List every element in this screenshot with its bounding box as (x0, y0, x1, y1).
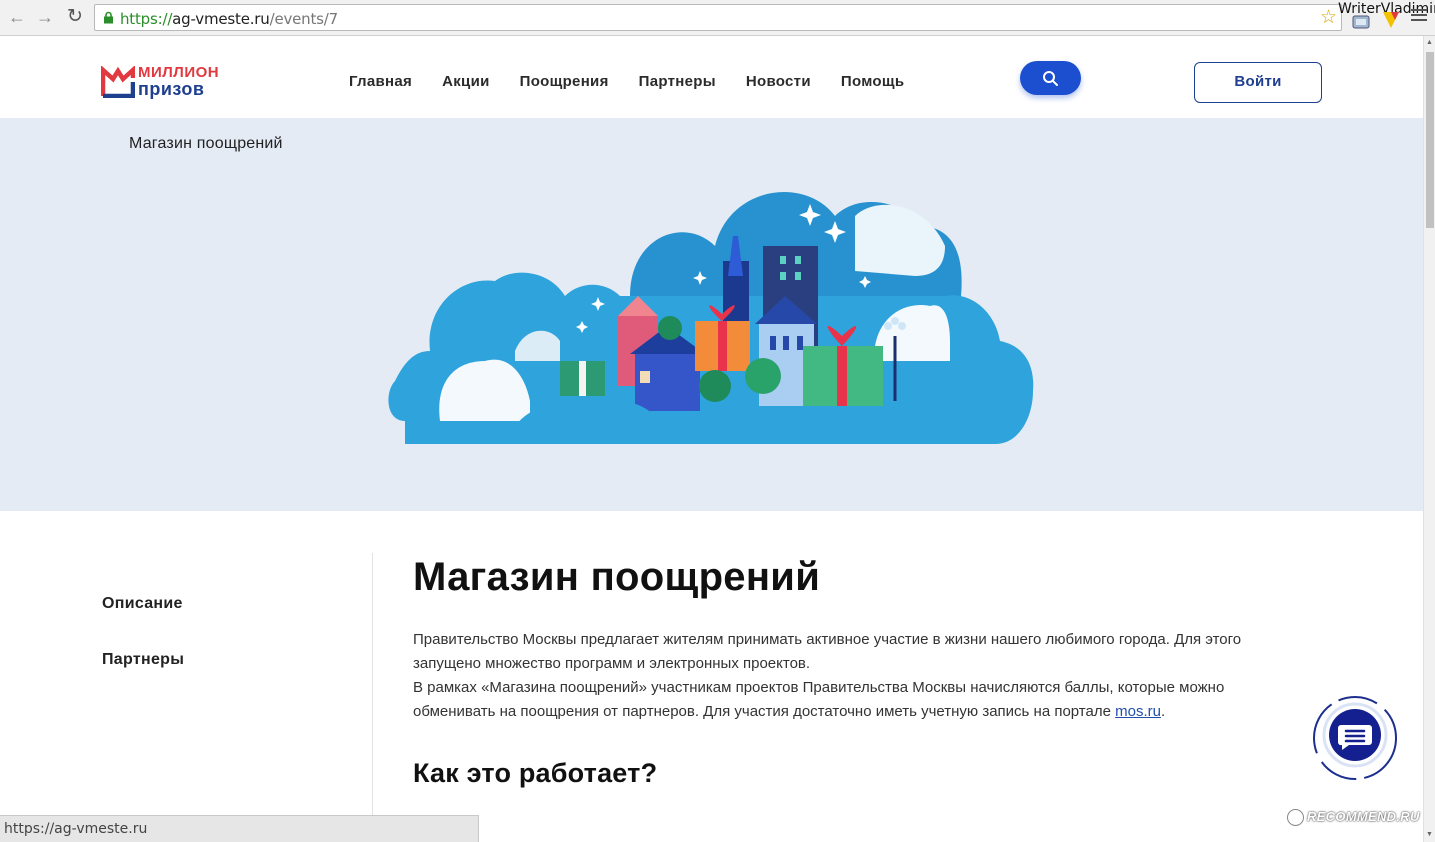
browser-toolbar: ← → ↻ https://ag-vmeste.ru/events/7 ☆ Wr… (0, 0, 1435, 36)
scroll-down-icon[interactable]: ▼ (1426, 831, 1433, 838)
lock-icon (104, 11, 113, 24)
extension-icon[interactable] (1350, 10, 1372, 30)
nav-link-promotions[interactable]: Акции (442, 73, 490, 90)
page-scrollbar[interactable]: ▲ ▼ (1423, 36, 1435, 842)
nav-link-rewards[interactable]: Поощрения (520, 73, 609, 90)
mos-ru-link[interactable]: mos.ru (1115, 703, 1161, 720)
intro-text: Правительство Москвы предлагает жителям … (413, 628, 1303, 724)
forward-arrow-icon[interactable]: → (34, 6, 56, 28)
logo-text-bottom: призов (138, 79, 205, 99)
address-bar[interactable]: https://ag-vmeste.ru/events/7 ☆ (94, 4, 1342, 31)
reload-icon[interactable]: ↻ (64, 6, 86, 28)
extension-flag-icon[interactable] (1380, 8, 1402, 30)
page-title: Магазин поощрений (413, 555, 821, 599)
status-bar: https://ag-vmeste.ru (0, 815, 479, 842)
login-button[interactable]: Войти (1194, 62, 1322, 103)
nav-link-partners[interactable]: Партнеры (639, 73, 716, 90)
how-it-works-title: Как это работает? (413, 758, 658, 788)
search-button[interactable] (1020, 61, 1081, 95)
hero-banner: Магазин поощрений (0, 118, 1423, 511)
nav-link-news[interactable]: Новости (746, 73, 811, 90)
logo[interactable]: МИЛЛИОН призов (101, 64, 231, 100)
side-nav: Описание Партнеры (102, 595, 184, 707)
back-arrow-icon[interactable]: ← (6, 6, 28, 28)
intro-paragraph-2: В рамках «Магазина поощрений» участникам… (413, 679, 1225, 720)
logo-mark-icon (101, 66, 135, 98)
nav-link-help[interactable]: Помощь (841, 73, 905, 90)
watermark-logo-icon (1287, 809, 1304, 827)
scroll-up-icon[interactable]: ▲ (1426, 39, 1433, 46)
main-nav: Главная Акции Поощрения Партнеры Новости… (349, 73, 904, 90)
browser-menu-icon[interactable] (1411, 9, 1427, 25)
bookmark-star-icon[interactable]: ☆ (1320, 6, 1337, 29)
breadcrumb-title: Магазин поощрений (129, 135, 283, 152)
site-header: МИЛЛИОН призов Главная Акции Поощрения П… (0, 36, 1423, 118)
city-cloud-illustration (388, 192, 1034, 444)
chat-widget-button[interactable] (1311, 694, 1399, 782)
intro-paragraph-1: Правительство Москвы предлагает жителям … (413, 631, 1242, 672)
side-nav-partners[interactable]: Партнеры (102, 651, 184, 669)
recommend-watermark: RECOMMEND.RU (1287, 809, 1420, 827)
scroll-thumb[interactable] (1426, 52, 1434, 228)
search-icon (1043, 71, 1058, 86)
nav-link-home[interactable]: Главная (349, 73, 412, 90)
side-nav-description[interactable]: Описание (102, 595, 184, 613)
url-text: https://ag-vmeste.ru/events/7 (120, 10, 338, 28)
vertical-divider (372, 553, 373, 823)
